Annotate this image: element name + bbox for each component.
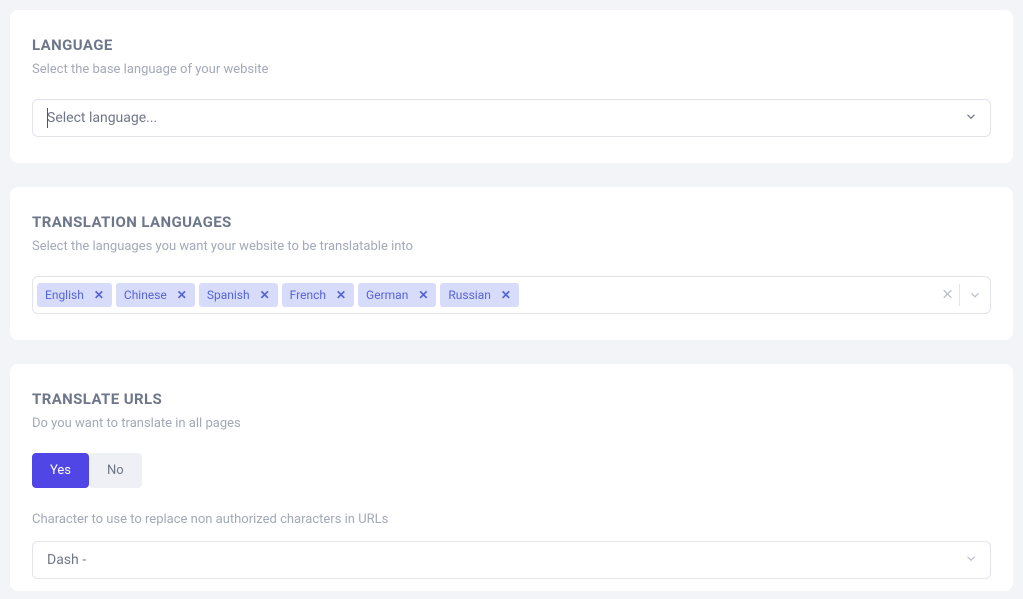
chevron-down-icon — [964, 109, 978, 128]
translate-urls-section: TRANSLATE URLS Do you want to translate … — [10, 364, 1013, 591]
translation-title: TRANSLATION LANGUAGES — [32, 213, 991, 231]
remove-tag-icon[interactable]: ✕ — [90, 288, 108, 302]
translation-subtitle: Select the languages you want your websi… — [32, 239, 991, 254]
remove-tag-icon[interactable]: ✕ — [332, 288, 350, 302]
remove-tag-icon[interactable]: ✕ — [256, 288, 274, 302]
language-tag: Chinese ✕ — [116, 283, 195, 307]
translate-urls-no-button[interactable]: No — [89, 453, 142, 488]
url-char-label: Character to use to replace non authoriz… — [32, 512, 991, 527]
language-tag: Spanish ✕ — [199, 283, 278, 307]
urls-subtitle: Do you want to translate in all pages — [32, 416, 991, 431]
language-tag-label: French — [290, 288, 326, 302]
url-char-select[interactable]: Dash - — [32, 541, 991, 579]
base-language-select[interactable]: Select language... — [32, 99, 991, 137]
remove-tag-icon[interactable]: ✕ — [173, 288, 191, 302]
translate-urls-yes-button[interactable]: Yes — [32, 453, 89, 488]
language-tag: German ✕ — [358, 283, 436, 307]
translation-languages-multiselect[interactable]: English✕Chinese✕Spanish✕French✕German✕Ru… — [32, 276, 991, 314]
language-tag: Russian ✕ — [440, 283, 519, 307]
text-cursor — [47, 108, 48, 128]
language-section: LANGUAGE Select the base language of you… — [10, 10, 1013, 163]
language-tag: English ✕ — [37, 283, 112, 307]
language-tag-label: Russian — [448, 288, 490, 302]
chevron-down-icon[interactable] — [959, 284, 982, 306]
translation-languages-section: TRANSLATION LANGUAGES Select the languag… — [10, 187, 1013, 340]
language-tag: French ✕ — [282, 283, 354, 307]
remove-tag-icon[interactable]: ✕ — [497, 288, 515, 302]
url-char-value: Dash - — [47, 552, 86, 568]
language-tag-label: Spanish — [207, 288, 250, 302]
language-subtitle: Select the base language of your website — [32, 62, 991, 77]
chevron-down-icon — [964, 551, 978, 570]
clear-all-icon[interactable] — [941, 286, 954, 305]
language-tag-label: German — [366, 288, 408, 302]
base-language-placeholder: Select language... — [47, 110, 157, 126]
language-title: LANGUAGE — [32, 36, 991, 54]
remove-tag-icon[interactable]: ✕ — [414, 288, 432, 302]
translate-urls-toggle: Yes No — [32, 453, 991, 488]
language-tag-label: Chinese — [124, 288, 167, 302]
language-tag-label: English — [45, 288, 84, 302]
urls-title: TRANSLATE URLS — [32, 390, 991, 408]
